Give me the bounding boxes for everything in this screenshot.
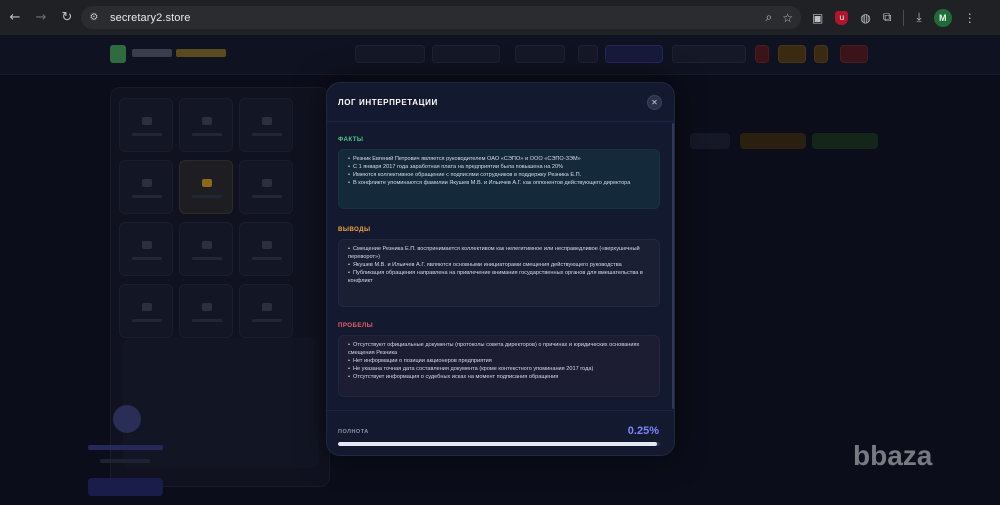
completeness-label: ПОЛНОТА	[338, 429, 369, 435]
gaps-item: Отсутствуют официальные документы (прото…	[348, 341, 650, 357]
conclusions-heading: ВЫВОДЫ	[338, 226, 371, 233]
facts-box: Резник Евгений Петрович является руковод…	[338, 149, 660, 209]
gaps-item: Не указана точная дата составления докум…	[348, 365, 650, 373]
app-header	[0, 35, 1000, 75]
menu-kebab-icon[interactable]: ⋮	[964, 11, 976, 25]
site-info-icon[interactable]: ⚙	[85, 9, 103, 27]
gaps-item: Отсутствует информация о судебных исках …	[348, 373, 650, 381]
header-pill[interactable]	[755, 45, 769, 63]
extensions-area: ▣ u ◍ ⧉ ⤓ M ⋮	[812, 6, 976, 29]
facts-heading: ФАКТЫ	[338, 136, 364, 143]
close-icon[interactable]: ✕	[647, 95, 662, 110]
reload-icon[interactable]: ↻	[56, 7, 78, 29]
header-pill[interactable]	[578, 45, 598, 63]
footer-divider	[327, 410, 674, 411]
conclusions-item: Публикация обращения направлена на привл…	[348, 269, 650, 285]
action-pill[interactable]	[812, 133, 878, 149]
interpretation-log-modal: ЛОГ ИНТЕРПРЕТАЦИИ ✕ ФАКТЫ Резник Евгений…	[326, 82, 675, 456]
module-tile[interactable]	[239, 98, 293, 152]
module-tile[interactable]	[239, 222, 293, 276]
completeness-value: 0.25%	[627, 425, 659, 437]
user-avatar	[113, 405, 141, 433]
facts-item: Имеются коллективное обращение с подпися…	[348, 171, 650, 179]
extensions-puzzle-icon[interactable]: ⧉	[883, 10, 892, 25]
app-logo-icon	[110, 45, 126, 63]
app-logo-wordmark	[132, 49, 227, 57]
module-tile[interactable]	[179, 222, 233, 276]
module-tile[interactable]	[119, 98, 173, 152]
header-pill[interactable]	[814, 45, 828, 63]
user-subtitle-placeholder	[100, 459, 150, 463]
header-pill[interactable]	[432, 45, 500, 63]
globe-icon[interactable]: ◍	[860, 11, 870, 25]
modal-title: ЛОГ ИНТЕРПРЕТАЦИИ	[338, 98, 438, 107]
address-url[interactable]: secretary2.store	[110, 12, 190, 24]
module-tile[interactable]	[239, 284, 293, 338]
toolbar-separator	[903, 9, 905, 26]
conclusions-item: Якушев М.В. и Ильичев А.Г. являются осно…	[348, 261, 650, 269]
facts-item: С 1 января 2017 года заработная плата на…	[348, 163, 650, 171]
modal-scrollbar[interactable]	[672, 123, 674, 409]
watermark: bbaza	[853, 440, 933, 471]
profile-avatar[interactable]: M	[933, 8, 952, 27]
gaps-box: Отсутствуют официальные документы (прото…	[338, 335, 660, 397]
action-pill[interactable]	[740, 133, 806, 149]
module-tile[interactable]	[179, 98, 233, 152]
module-tile[interactable]	[119, 284, 173, 338]
user-name-placeholder	[88, 445, 163, 450]
ublock-icon[interactable]: u	[835, 10, 849, 25]
conclusions-item: Смещение Резника Е.П. воспринимается кол…	[348, 245, 650, 261]
forward-icon[interactable]: →	[30, 7, 52, 29]
facts-item: В конфликте упоминаются фамилии Якушев М…	[348, 179, 650, 187]
module-tile[interactable]	[119, 160, 173, 214]
conclusions-box: Смещение Резника Е.П. воспринимается кол…	[338, 239, 660, 307]
gaps-heading: ПРОБЕЛЫ	[338, 322, 374, 329]
header-pill[interactable]	[355, 45, 425, 63]
header-pill[interactable]	[778, 45, 806, 63]
facts-item: Резник Евгений Петрович является руковод…	[348, 155, 650, 163]
address-bar[interactable]: ⚙ secretary2.store ⌕ ☆	[81, 6, 801, 29]
modal-divider	[327, 121, 674, 122]
download-icon[interactable]: ⤓	[916, 10, 921, 25]
module-tile-active[interactable]	[179, 160, 233, 214]
completeness-progress-fill	[338, 442, 657, 446]
header-pill[interactable]	[840, 45, 868, 63]
module-grid-panel	[110, 87, 330, 487]
module-tile[interactable]	[179, 284, 233, 338]
completeness-progress-bar	[338, 442, 660, 446]
header-pill[interactable]	[515, 45, 565, 63]
incognito-icon[interactable]: ▣	[812, 11, 823, 25]
user-action-button[interactable]	[88, 478, 163, 496]
back-icon[interactable]: ←	[4, 7, 26, 29]
bookmark-star-icon[interactable]: ☆	[782, 11, 793, 25]
action-pill[interactable]	[690, 133, 730, 149]
module-tile[interactable]	[119, 222, 173, 276]
browser-toolbar: ← → ↻ ⚙ secretary2.store ⌕ ☆ ▣ u ◍ ⧉ ⤓ M…	[0, 0, 1000, 35]
gaps-item: Нет информации о позиции акционеров пред…	[348, 357, 650, 365]
header-pill[interactable]	[605, 45, 663, 63]
header-pill[interactable]	[672, 45, 746, 63]
module-tile[interactable]	[239, 160, 293, 214]
zoom-icon[interactable]: ⌕	[766, 10, 773, 25]
